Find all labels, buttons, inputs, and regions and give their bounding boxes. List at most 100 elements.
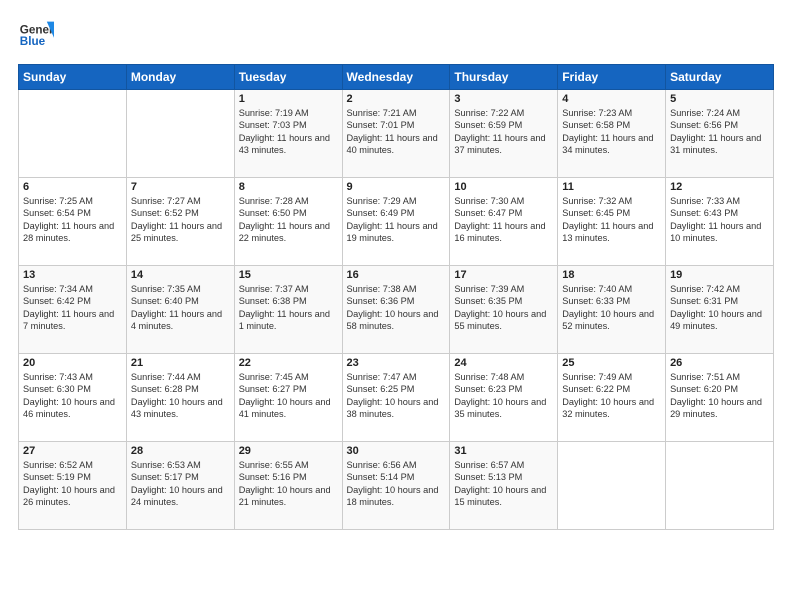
sunrise-text: Sunrise: 6:55 AM xyxy=(239,459,338,471)
sunset-text: Sunset: 6:36 PM xyxy=(347,295,446,307)
col-friday: Friday xyxy=(558,65,666,90)
calendar-cell: 17Sunrise: 7:39 AMSunset: 6:35 PMDayligh… xyxy=(450,266,558,354)
day-info: Sunrise: 6:56 AMSunset: 5:14 PMDaylight:… xyxy=(347,459,446,509)
calendar-week-row: 20Sunrise: 7:43 AMSunset: 6:30 PMDayligh… xyxy=(19,354,774,442)
sunrise-text: Sunrise: 7:30 AM xyxy=(454,195,553,207)
daylight-text: Daylight: 11 hours and 28 minutes. xyxy=(23,220,122,245)
daylight-text: Daylight: 10 hours and 52 minutes. xyxy=(562,308,661,333)
day-info: Sunrise: 6:53 AMSunset: 5:17 PMDaylight:… xyxy=(131,459,230,509)
day-number: 23 xyxy=(347,357,446,369)
day-number: 3 xyxy=(454,93,553,105)
sunrise-text: Sunrise: 6:53 AM xyxy=(131,459,230,471)
day-info: Sunrise: 7:40 AMSunset: 6:33 PMDaylight:… xyxy=(562,283,661,333)
sunset-text: Sunset: 6:54 PM xyxy=(23,207,122,219)
daylight-text: Daylight: 10 hours and 43 minutes. xyxy=(131,396,230,421)
daylight-text: Daylight: 11 hours and 31 minutes. xyxy=(670,132,769,157)
day-info: Sunrise: 7:47 AMSunset: 6:25 PMDaylight:… xyxy=(347,371,446,421)
svg-text:Blue: Blue xyxy=(20,35,46,48)
calendar-cell: 13Sunrise: 7:34 AMSunset: 6:42 PMDayligh… xyxy=(19,266,127,354)
sunset-text: Sunset: 6:56 PM xyxy=(670,119,769,131)
sunrise-text: Sunrise: 7:21 AM xyxy=(347,107,446,119)
day-number: 9 xyxy=(347,181,446,193)
daylight-text: Daylight: 10 hours and 38 minutes. xyxy=(347,396,446,421)
daylight-text: Daylight: 10 hours and 24 minutes. xyxy=(131,484,230,509)
sunrise-text: Sunrise: 6:56 AM xyxy=(347,459,446,471)
calendar-cell: 7Sunrise: 7:27 AMSunset: 6:52 PMDaylight… xyxy=(126,178,234,266)
day-number: 10 xyxy=(454,181,553,193)
daylight-text: Daylight: 10 hours and 41 minutes. xyxy=(239,396,338,421)
daylight-text: Daylight: 10 hours and 49 minutes. xyxy=(670,308,769,333)
sunset-text: Sunset: 6:47 PM xyxy=(454,207,553,219)
day-info: Sunrise: 6:52 AMSunset: 5:19 PMDaylight:… xyxy=(23,459,122,509)
col-tuesday: Tuesday xyxy=(234,65,342,90)
calendar-cell: 11 Sunrise: 7:32 AMSunset: 6:45 PMDayligh… xyxy=(558,178,666,266)
day-info: Sunrise: 7:28 AMSunset: 6:50 PMDaylight:… xyxy=(239,195,338,245)
day-info: Sunrise: 7:49 AMSunset: 6:22 PMDaylight:… xyxy=(562,371,661,421)
day-info: Sunrise: 7:51 AMSunset: 6:20 PMDaylight:… xyxy=(670,371,769,421)
daylight-text: Daylight: 10 hours and 29 minutes. xyxy=(670,396,769,421)
day-number: 31 xyxy=(454,445,553,457)
daylight-text: Daylight: 11 hours and 40 minutes. xyxy=(347,132,446,157)
calendar-cell: 29Sunrise: 6:55 AMSunset: 5:16 PMDayligh… xyxy=(234,442,342,530)
day-number: 25 xyxy=(562,357,661,369)
day-info: Sunrise: 6:55 AMSunset: 5:16 PMDaylight:… xyxy=(239,459,338,509)
sunset-text: Sunset: 5:16 PM xyxy=(239,471,338,483)
day-info: Sunrise: 7:33 AMSunset: 6:43 PMDaylight:… xyxy=(670,195,769,245)
calendar-week-row: 1Sunrise: 7:19 AMSunset: 7:03 PMDaylight… xyxy=(19,90,774,178)
calendar-cell xyxy=(19,90,127,178)
col-saturday: Saturday xyxy=(666,65,774,90)
day-number: 19 xyxy=(670,269,769,281)
sunrise-text: Sunrise: 7:48 AM xyxy=(454,371,553,383)
sunset-text: Sunset: 6:40 PM xyxy=(131,295,230,307)
sunrise-text: Sunrise: 7:42 AM xyxy=(670,283,769,295)
sunset-text: Sunset: 6:20 PM xyxy=(670,383,769,395)
daylight-text: Daylight: 11 hours and 1 minute. xyxy=(239,308,338,333)
calendar-cell: 28Sunrise: 6:53 AMSunset: 5:17 PMDayligh… xyxy=(126,442,234,530)
day-info: Sunrise: 7:37 AMSunset: 6:38 PMDaylight:… xyxy=(239,283,338,333)
day-number: 11 xyxy=(562,181,661,193)
sunset-text: Sunset: 6:28 PM xyxy=(131,383,230,395)
calendar-week-row: 6Sunrise: 7:25 AMSunset: 6:54 PMDaylight… xyxy=(19,178,774,266)
day-number: 2 xyxy=(347,93,446,105)
calendar-cell xyxy=(558,442,666,530)
sunset-text: Sunset: 6:22 PM xyxy=(562,383,661,395)
calendar-cell: 5Sunrise: 7:24 AMSunset: 6:56 PMDaylight… xyxy=(666,90,774,178)
day-number: 18 xyxy=(562,269,661,281)
calendar-cell: 24Sunrise: 7:48 AMSunset: 6:23 PMDayligh… xyxy=(450,354,558,442)
day-number: 26 xyxy=(670,357,769,369)
calendar-cell xyxy=(126,90,234,178)
sunrise-text: Sunrise: 7:32 AM xyxy=(562,195,661,207)
sunrise-text: Sunrise: 7:27 AM xyxy=(131,195,230,207)
sunset-text: Sunset: 6:43 PM xyxy=(670,207,769,219)
calendar-cell: 8Sunrise: 7:28 AMSunset: 6:50 PMDaylight… xyxy=(234,178,342,266)
calendar-cell: 14Sunrise: 7:35 AMSunset: 6:40 PMDayligh… xyxy=(126,266,234,354)
calendar-cell: 27Sunrise: 6:52 AMSunset: 5:19 PMDayligh… xyxy=(19,442,127,530)
calendar-cell: 20Sunrise: 7:43 AMSunset: 6:30 PMDayligh… xyxy=(19,354,127,442)
calendar-cell: 2Sunrise: 7:21 AMSunset: 7:01 PMDaylight… xyxy=(342,90,450,178)
day-info: Sunrise: 7:48 AMSunset: 6:23 PMDaylight:… xyxy=(454,371,553,421)
sunset-text: Sunset: 7:03 PM xyxy=(239,119,338,131)
sunset-text: Sunset: 6:45 PM xyxy=(562,207,661,219)
sunset-text: Sunset: 6:58 PM xyxy=(562,119,661,131)
sunrise-text: Sunrise: 7:22 AM xyxy=(454,107,553,119)
daylight-text: Daylight: 10 hours and 18 minutes. xyxy=(347,484,446,509)
daylight-text: Daylight: 10 hours and 26 minutes. xyxy=(23,484,122,509)
sunrise-text: Sunrise: 6:57 AM xyxy=(454,459,553,471)
day-number: 16 xyxy=(347,269,446,281)
day-info: Sunrise: 7:23 AMSunset: 6:58 PMDaylight:… xyxy=(562,107,661,157)
sunset-text: Sunset: 6:23 PM xyxy=(454,383,553,395)
daylight-text: Daylight: 11 hours and 25 minutes. xyxy=(131,220,230,245)
sunset-text: Sunset: 6:25 PM xyxy=(347,383,446,395)
calendar-cell: 12Sunrise: 7:33 AMSunset: 6:43 PMDayligh… xyxy=(666,178,774,266)
calendar-cell: 10Sunrise: 7:30 AMSunset: 6:47 PMDayligh… xyxy=(450,178,558,266)
sunset-text: Sunset: 5:14 PM xyxy=(347,471,446,483)
daylight-text: Daylight: 11 hours and 13 minutes. xyxy=(562,220,661,245)
calendar-cell: 22Sunrise: 7:45 AMSunset: 6:27 PMDayligh… xyxy=(234,354,342,442)
sunrise-text: Sunrise: 7:38 AM xyxy=(347,283,446,295)
sunset-text: Sunset: 6:27 PM xyxy=(239,383,338,395)
sunrise-text: Sunrise: 7:33 AM xyxy=(670,195,769,207)
col-wednesday: Wednesday xyxy=(342,65,450,90)
sunrise-text: Sunrise: 7:23 AM xyxy=(562,107,661,119)
header: General Blue xyxy=(18,18,774,54)
col-thursday: Thursday xyxy=(450,65,558,90)
